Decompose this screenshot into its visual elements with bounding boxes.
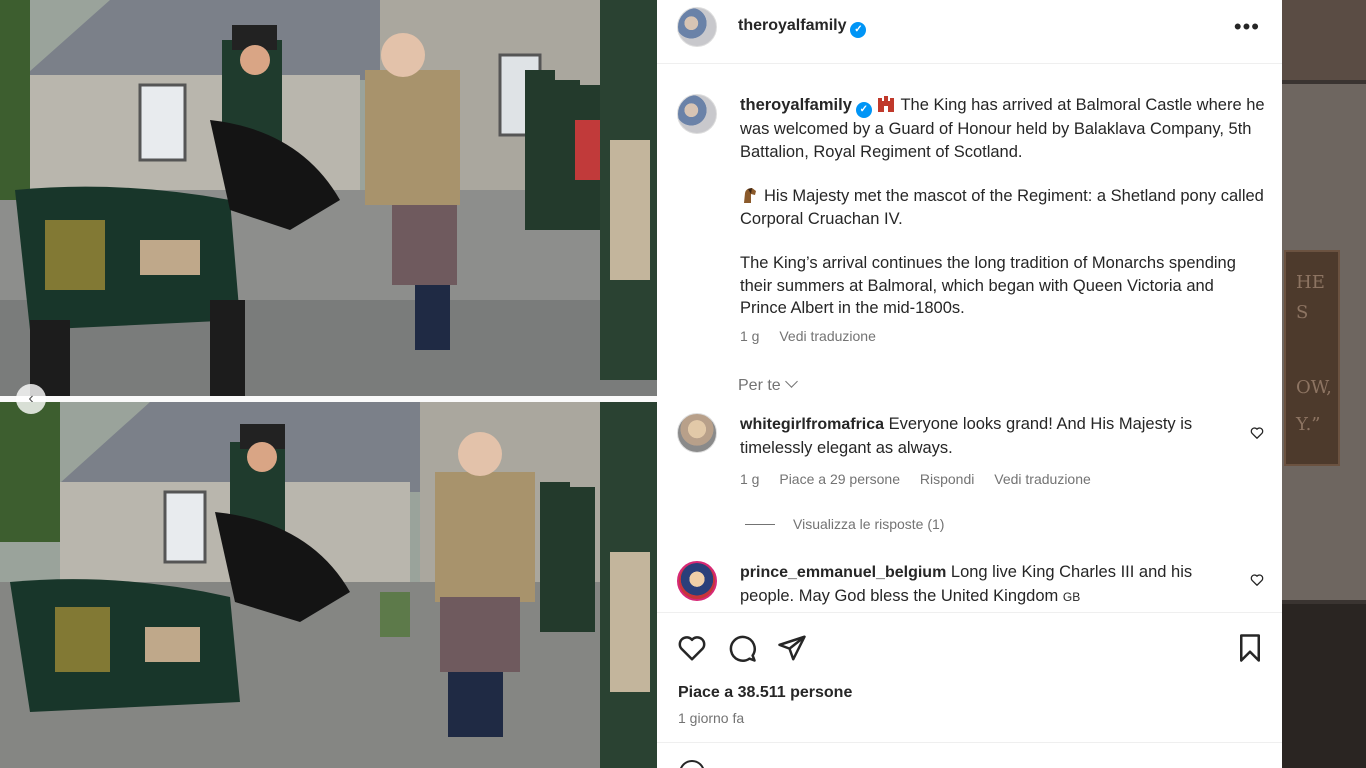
post-header: theroyalfamily ✓ ••• [657, 0, 1282, 64]
comment-likes[interactable]: Piace a 29 persone [779, 471, 900, 487]
comment-sort-dropdown[interactable]: Per te [738, 375, 798, 395]
caption-translate-link[interactable]: Vedi traduzione [779, 328, 876, 344]
comment-icon[interactable] [727, 633, 757, 663]
comment-body: prince_emmanuel_belgium Long live King C… [740, 561, 1220, 608]
caption-username[interactable]: theroyalfamily [740, 96, 852, 114]
heart-icon[interactable] [1250, 573, 1264, 587]
add-comment-bar [657, 742, 1282, 768]
chevron-left-icon[interactable]: ‹ [16, 384, 46, 414]
heart-icon[interactable] [1250, 426, 1264, 440]
comment-username[interactable]: whitegirlfromafrica [740, 416, 884, 433]
post-photo-bottom [0, 402, 657, 768]
heart-icon[interactable] [677, 633, 707, 663]
view-replies-label: Visualizza le risposte (1) [793, 516, 945, 532]
comment-body: whitegirlfromafrica Everyone looks grand… [740, 413, 1220, 459]
caption-time[interactable]: 1 g [740, 328, 759, 344]
post-image-carousel[interactable]: ‹ [0, 0, 657, 768]
more-options-icon[interactable]: ••• [1234, 14, 1260, 40]
avatar[interactable] [677, 561, 717, 601]
flag-text: GB [1062, 589, 1081, 604]
chevron-down-icon [784, 375, 798, 388]
view-replies-button[interactable]: Visualizza le risposte (1) [745, 516, 944, 532]
reply-button[interactable]: Rispondi [920, 471, 974, 487]
castle-emoji-icon [878, 96, 895, 112]
comment-time[interactable]: 1 g [740, 471, 759, 487]
bookmark-icon[interactable] [1235, 633, 1265, 663]
sort-label: Per te [738, 377, 781, 394]
avatar[interactable] [677, 413, 717, 453]
comment-translate-link[interactable]: Vedi traduzione [994, 471, 1091, 487]
horse-emoji-icon [744, 188, 756, 203]
comment-meta: 1 g Piace a 29 persone Rispondi Vedi tra… [740, 471, 1107, 487]
author-username[interactable]: theroyalfamily ✓ [738, 17, 867, 38]
post-details-panel: theroyalfamily ✓ ••• theroyalfamily ✓ The … [657, 0, 1282, 768]
verified-badge-icon: ✓ [850, 22, 867, 38]
background-plaque: HE S OW, Y.” [1284, 250, 1340, 466]
comment-username[interactable]: prince_emmanuel_belgium [740, 564, 946, 581]
post-actions: Piace a 38.511 persone 1 giorno fa [657, 612, 1282, 742]
verified-badge-icon: ✓ [855, 102, 872, 118]
instagram-post-modal: ‹ HE S OW, Y.” theroyalfamily ✓ ••• thero… [0, 0, 1366, 768]
post-caption: theroyalfamily ✓ The King has arrived at … [740, 94, 1265, 342]
caption-paragraph-2: His Majesty met the mascot of the Regime… [740, 187, 1264, 228]
comments-scroll-area[interactable]: theroyalfamily ✓ The King has arrived at … [657, 64, 1282, 612]
avatar[interactable] [677, 7, 717, 47]
plaque-text: OW, [1296, 377, 1332, 398]
share-icon[interactable] [777, 633, 807, 663]
background-thumb [1282, 0, 1366, 80]
emoji-icon[interactable] [679, 760, 705, 768]
likes-count[interactable]: Piace a 38.511 persone [678, 684, 852, 702]
post-date[interactable]: 1 giorno fa [678, 710, 744, 726]
plaque-text: S [1296, 302, 1309, 323]
plaque-text: Y.” [1296, 414, 1321, 435]
caption-paragraph-3: The King’s arrival continues the long tr… [740, 254, 1236, 317]
background-page: HE S OW, Y.” [1282, 0, 1366, 768]
avatar[interactable] [677, 94, 717, 134]
background-thumb [1282, 604, 1366, 768]
caption-meta: 1 g Vedi traduzione [740, 328, 892, 344]
plaque-text: HE [1296, 272, 1325, 293]
author-username-text[interactable]: theroyalfamily [738, 17, 846, 34]
replies-line [745, 524, 775, 525]
post-photo-top [0, 0, 657, 396]
